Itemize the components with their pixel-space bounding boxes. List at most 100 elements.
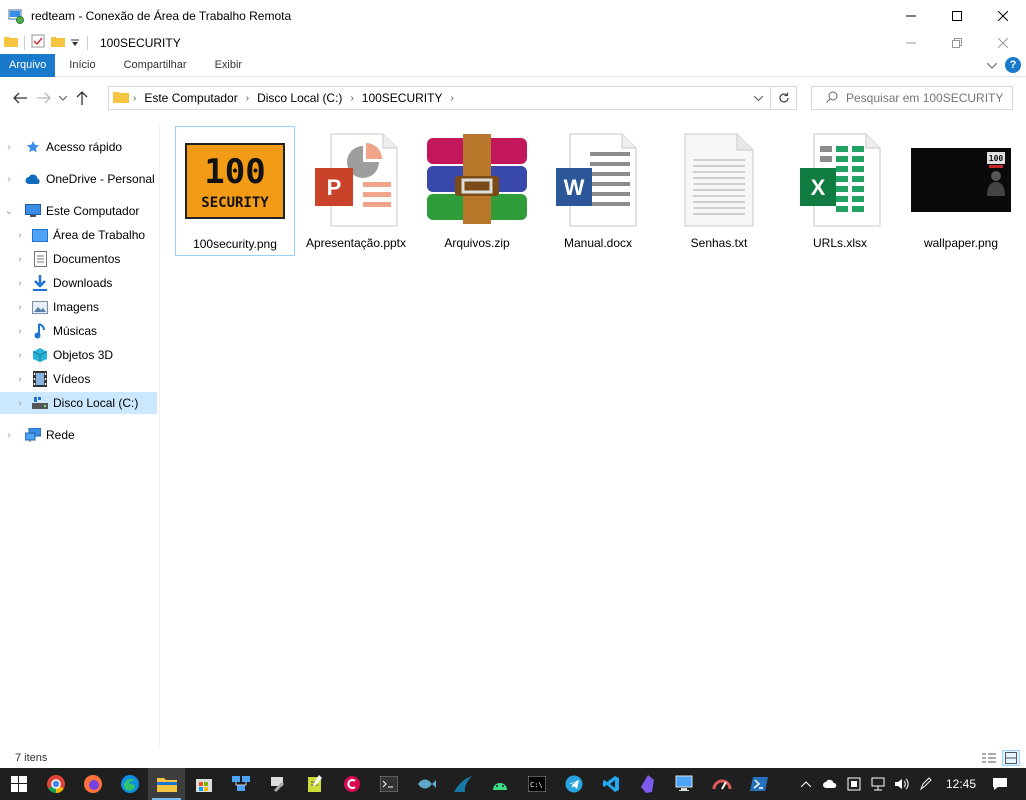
file-item-senhas-txt[interactable]: Senhas.txt <box>659 126 779 256</box>
pen-icon[interactable] <box>914 777 938 791</box>
chrome-icon[interactable] <box>37 768 74 800</box>
file-item-apresentacao-pptx[interactable]: P Apresentação.pptx <box>296 126 416 256</box>
chevron-right-icon[interactable]: › <box>3 174 15 185</box>
wireshark-icon[interactable] <box>444 768 481 800</box>
chevron-right-icon[interactable]: › <box>246 93 249 104</box>
new-folder-icon[interactable] <box>51 35 65 50</box>
large-icons-view-button[interactable] <box>1002 750 1020 766</box>
remote-desktop-taskbar-icon[interactable] <box>666 768 703 800</box>
nav-item-imagens[interactable]: › Imagens <box>0 296 157 318</box>
maximize-button[interactable] <box>934 0 980 31</box>
nav-item-musicas[interactable]: › Músicas <box>0 320 157 342</box>
tab-arquivo[interactable]: Arquivo <box>0 53 56 77</box>
recent-locations-button[interactable] <box>56 86 70 110</box>
chevron-right-icon[interactable]: › <box>14 254 26 265</box>
svg-text:SECURITY: SECURITY <box>201 195 269 211</box>
chevron-right-icon[interactable]: › <box>3 430 15 441</box>
close-button[interactable] <box>980 0 1026 31</box>
file-item-100security-png[interactable]: 100 SECURITY 100security.png <box>175 126 295 256</box>
android-icon[interactable] <box>481 768 518 800</box>
tab-compartilhar[interactable]: Compartilhar <box>110 54 201 77</box>
nav-item-acesso-rapido[interactable]: › Acesso rápido <box>0 136 157 158</box>
chevron-right-icon[interactable]: › <box>14 350 26 361</box>
file-name: wallpaper.png <box>923 236 999 250</box>
nav-item-documentos[interactable]: › Documentos <box>0 248 157 270</box>
svg-text:C:\: C:\ <box>530 781 543 789</box>
debian-icon[interactable] <box>333 768 370 800</box>
expand-ribbon-icon[interactable] <box>986 58 998 72</box>
nav-item-disco-local[interactable]: › Disco Local (C:) <box>0 392 157 414</box>
chevron-up-icon[interactable] <box>794 781 818 787</box>
customize-toolbar-icon[interactable] <box>71 36 79 50</box>
tab-inicio[interactable]: Início <box>55 54 109 77</box>
nav-item-downloads[interactable]: › Downloads <box>0 272 157 294</box>
inner-minimize-button[interactable] <box>888 31 934 54</box>
file-explorer-icon[interactable] <box>148 768 185 800</box>
file-item-urls-xlsx[interactable]: X URLs.xlsx <box>780 126 900 256</box>
properties-icon[interactable] <box>31 34 45 51</box>
cmd-icon[interactable]: C:\ <box>518 768 555 800</box>
tab-exibir[interactable]: Exibir <box>201 54 257 77</box>
chevron-right-icon[interactable]: › <box>14 302 26 313</box>
security-tray-icon[interactable] <box>842 777 866 791</box>
network-app-icon[interactable] <box>222 768 259 800</box>
chevron-right-icon[interactable]: › <box>14 374 26 385</box>
clock[interactable]: 12:45 <box>946 777 976 791</box>
breadcrumb-este-computador[interactable]: Este Computador <box>144 91 237 105</box>
volume-icon[interactable] <box>890 777 914 791</box>
telegram-icon[interactable] <box>555 768 592 800</box>
star-icon <box>25 139 41 155</box>
back-button[interactable] <box>8 86 32 110</box>
forward-button[interactable] <box>32 86 56 110</box>
address-dropdown-button[interactable] <box>748 87 768 109</box>
onedrive-tray-icon[interactable] <box>818 779 842 789</box>
search-input[interactable] <box>846 91 1006 105</box>
remote-tools-icon[interactable] <box>259 768 296 800</box>
chevron-right-icon[interactable]: › <box>14 230 26 241</box>
nav-item-objetos-3d[interactable]: › Objetos 3D <box>0 344 157 366</box>
refresh-button[interactable] <box>770 87 796 109</box>
file-item-manual-docx[interactable]: W Manual.docx <box>538 126 658 256</box>
chevron-right-icon[interactable]: › <box>14 398 26 409</box>
file-item-wallpaper-png[interactable]: 100 wallpaper.png <box>901 126 1021 256</box>
address-bar[interactable]: › Este Computador › Disco Local (C:) › 1… <box>108 86 797 110</box>
nav-item-este-computador[interactable]: ⌄ Este Computador <box>0 200 157 222</box>
nav-item-videos[interactable]: › Vídeos <box>0 368 157 390</box>
speedtest-icon[interactable] <box>703 768 740 800</box>
video-icon <box>32 371 48 387</box>
nav-item-onedrive[interactable]: › OneDrive - Personal <box>0 168 157 190</box>
file-name: 100security.png <box>193 237 277 251</box>
start-button[interactable] <box>0 768 37 800</box>
details-view-button[interactable] <box>980 750 998 766</box>
chevron-right-icon[interactable]: › <box>350 93 353 104</box>
fish-app-icon[interactable] <box>407 768 444 800</box>
chevron-right-icon[interactable]: › <box>14 278 26 289</box>
breadcrumb-disco-local[interactable]: Disco Local (C:) <box>257 91 342 105</box>
terminal-icon[interactable] <box>370 768 407 800</box>
chevron-right-icon[interactable]: › <box>450 93 453 104</box>
powershell-icon[interactable] <box>740 768 777 800</box>
inner-close-button[interactable] <box>980 31 1026 54</box>
vscode-icon[interactable] <box>592 768 629 800</box>
notepad-icon[interactable] <box>296 768 333 800</box>
breadcrumb-100security[interactable]: 100SECURITY <box>362 91 443 105</box>
minimize-button[interactable] <box>888 0 934 31</box>
cube-icon <box>32 347 48 363</box>
svg-text:W: W <box>564 175 585 200</box>
nav-item-area-de-trabalho[interactable]: › Área de Trabalho <box>0 224 157 246</box>
up-button[interactable] <box>70 86 94 110</box>
search-box[interactable] <box>811 86 1013 110</box>
firefox-icon[interactable] <box>74 768 111 800</box>
inner-restore-button[interactable] <box>934 31 980 54</box>
notification-icon[interactable] <box>988 777 1012 791</box>
help-icon[interactable]: ? <box>1005 57 1021 73</box>
chevron-right-icon[interactable]: › <box>3 142 15 153</box>
store-icon[interactable] <box>185 768 222 800</box>
nav-item-rede[interactable]: › Rede <box>0 424 157 446</box>
obsidian-icon[interactable] <box>629 768 666 800</box>
file-item-arquivos-zip[interactable]: Arquivos.zip <box>417 126 537 256</box>
edge-icon[interactable] <box>111 768 148 800</box>
chevron-right-icon[interactable]: › <box>14 326 26 337</box>
network-tray-icon[interactable] <box>866 777 890 791</box>
chevron-down-icon[interactable]: ⌄ <box>3 206 15 217</box>
